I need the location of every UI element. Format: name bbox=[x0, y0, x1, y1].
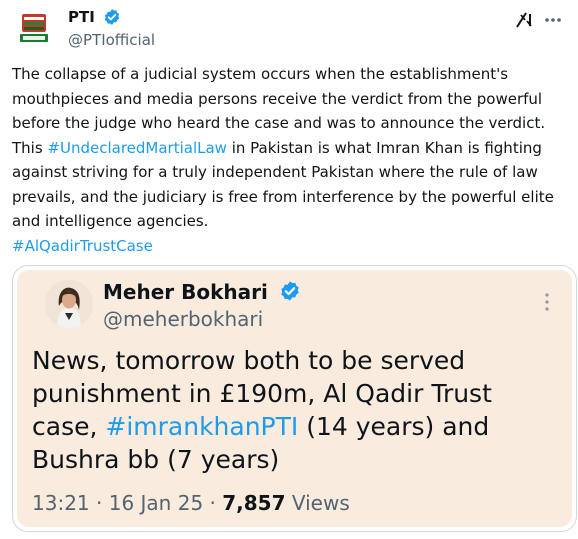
quote-metadata: 13:21 · 16 Jan 25 · 7,857 Views bbox=[32, 490, 350, 516]
quote-author-name-text: Meher Bokhari bbox=[103, 280, 268, 304]
verified-icon bbox=[279, 280, 301, 302]
quoted-post[interactable]: Meher Bokhari @meherbokhari News, tomorr… bbox=[12, 265, 577, 532]
post-header: PTI @PTIofficial bbox=[12, 6, 566, 50]
verified-icon bbox=[103, 8, 121, 26]
post-time[interactable]: 13:21 bbox=[32, 491, 90, 515]
hashtag-link[interactable]: #AlQadirTrustCase bbox=[12, 237, 153, 255]
hashtag-link[interactable]: #imrankhanPTI bbox=[105, 412, 298, 441]
quote-author-name[interactable]: Meher Bokhari bbox=[103, 279, 301, 305]
views-label: Views bbox=[291, 491, 350, 515]
more-icon[interactable] bbox=[542, 10, 564, 30]
hashtag-link[interactable]: #UndeclaredMartialLaw bbox=[47, 139, 227, 157]
quote-avatar[interactable] bbox=[45, 280, 93, 328]
author-name[interactable]: PTI bbox=[68, 7, 95, 27]
post-text: The collapse of a judicial system occurs… bbox=[12, 62, 568, 258]
quote-text: News, tomorrow both to be served punishm… bbox=[32, 344, 562, 476]
separator: · bbox=[209, 491, 216, 515]
views-count: 7,857 bbox=[222, 491, 286, 515]
more-icon[interactable] bbox=[544, 292, 550, 312]
quote-author-handle[interactable]: @meherbokhari bbox=[103, 306, 263, 332]
separator: · bbox=[96, 491, 103, 515]
author-handle[interactable]: @PTIofficial bbox=[68, 30, 155, 50]
avatar[interactable] bbox=[14, 8, 54, 48]
grok-icon[interactable] bbox=[514, 10, 536, 30]
post-date[interactable]: 16 Jan 25 bbox=[109, 491, 203, 515]
quoted-post-card: Meher Bokhari @meherbokhari News, tomorr… bbox=[17, 270, 572, 527]
